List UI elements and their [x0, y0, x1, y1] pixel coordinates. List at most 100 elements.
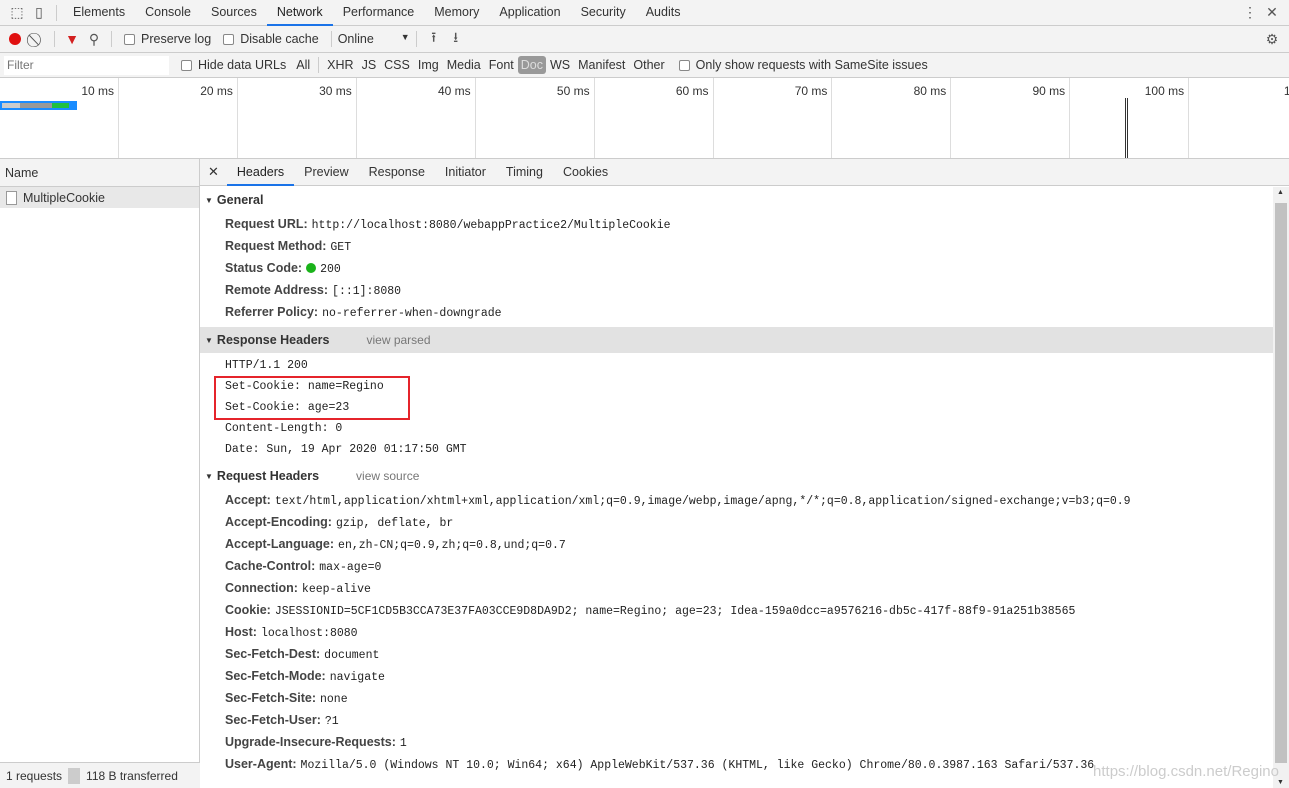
record-button[interactable] [4, 28, 26, 50]
filter-type-manifest[interactable]: Manifest [574, 58, 629, 72]
vertical-scrollbar[interactable]: ▲ ▼ [1273, 187, 1289, 788]
filter-type-xhr[interactable]: XHR [323, 58, 357, 72]
settings-gear-icon[interactable]: ⚙ [1261, 28, 1283, 50]
filter-type-doc[interactable]: Doc [517, 56, 546, 74]
network-toolbar: ⃠ ▼ ⚲ Preserve log Disable cache Online▼… [0, 26, 1289, 53]
timeline-tick-label: 30 ms [238, 78, 357, 158]
search-icon[interactable]: ⚲ [83, 28, 105, 50]
header-name: Referrer Policy: [225, 305, 319, 319]
header-value: no-referrer-when-downgrade [322, 307, 502, 320]
headers-content: ▼ General Request URL: http://localhost:80… [200, 187, 1273, 788]
header-value: keep-alive [301, 583, 371, 596]
header-row: Request Method: GET [200, 235, 1273, 257]
samesite-checkbox[interactable]: Only show requests with SameSite issues [678, 58, 928, 72]
response-header-line: Content-Length: 0 [200, 417, 1273, 438]
timeline-tick-label: 100 ms [1070, 78, 1190, 158]
detail-tab-response[interactable]: Response [359, 159, 435, 186]
divider [111, 31, 112, 47]
header-row: Upgrade-Insecure-Requests: 1 [200, 731, 1273, 753]
header-value: Mozilla/5.0 (Windows NT 10.0; Win64; x64… [300, 759, 1095, 772]
general-section-toggle[interactable]: ▼ General [200, 187, 1273, 213]
filter-type-css[interactable]: CSS [380, 58, 414, 72]
document-icon [6, 190, 17, 205]
close-icon[interactable]: ✕ [1261, 2, 1283, 24]
request-list-panel: Name MultipleCookie 1 requests 118 B tra… [0, 159, 200, 788]
filter-type-font[interactable]: Font [485, 58, 518, 72]
header-row: Cookie: JSESSIONID=5CF1CD5B3CCA73E37FA03C… [200, 599, 1273, 621]
name-column-header[interactable]: Name [0, 159, 199, 187]
filter-input[interactable] [4, 55, 169, 75]
detail-tab-cookies[interactable]: Cookies [553, 159, 618, 186]
filter-type-media[interactable]: Media [443, 58, 485, 72]
devtools-tab-bar: ⬚ ▯ Elements Console Sources Network Perform… [0, 0, 1289, 26]
filter-type-other[interactable]: Other [629, 58, 668, 72]
filter-type-ws[interactable]: WS [546, 58, 574, 72]
more-options-icon[interactable]: ⋮ [1239, 2, 1261, 24]
response-header-line: Date: Sun, 19 Apr 2020 01:17:50 GMT [200, 438, 1273, 459]
tab-memory[interactable]: Memory [424, 0, 489, 26]
header-row: Sec-Fetch-Dest: document [200, 643, 1273, 665]
tab-sources[interactable]: Sources [201, 0, 267, 26]
scroll-down-icon[interactable]: ▼ [1277, 779, 1284, 786]
hide-data-urls-checkbox[interactable]: Hide data URLs [181, 58, 286, 72]
inspect-element-icon[interactable]: ⬚ [6, 2, 28, 24]
network-overview-timeline[interactable]: 10 ms 20 ms 30 ms 40 ms 50 ms 60 ms 70 ms 80 ms… [0, 78, 1289, 159]
throttle-select[interactable]: Online ▼ [338, 32, 410, 46]
detail-tab-headers[interactable]: Headers [226, 159, 295, 186]
header-value: none [320, 693, 348, 706]
response-headers-section-toggle[interactable]: ▼ Response Headers view parsed [200, 327, 1273, 353]
clear-icon[interactable]: ⃠ [26, 28, 48, 50]
view-parsed-link[interactable]: view parsed [366, 333, 430, 347]
filter-type-all[interactable]: All [292, 58, 314, 72]
filter-type-img[interactable]: Img [414, 58, 443, 72]
response-header-line: HTTP/1.1 200 [200, 354, 1273, 375]
disable-cache-checkbox[interactable]: Disable cache [223, 32, 319, 46]
detail-tab-timing[interactable]: Timing [496, 159, 553, 186]
divider [330, 31, 332, 47]
close-detail-icon[interactable]: ✕ [200, 164, 227, 180]
timeline-tick-label: 50 ms [476, 78, 595, 158]
tab-network[interactable]: Network [266, 0, 333, 26]
tab-application[interactable]: Application [489, 0, 570, 26]
filter-type-js[interactable]: JS [358, 58, 381, 72]
triangle-down-icon: ▼ [205, 471, 213, 481]
tab-performance[interactable]: Performance [333, 0, 425, 26]
request-headers-section-toggle[interactable]: ▼ Request Headers view source [200, 463, 1273, 489]
header-line: HTTP/1.1 200 [225, 359, 308, 372]
view-source-link[interactable]: view source [356, 469, 419, 483]
tab-audits[interactable]: Audits [636, 0, 691, 26]
request-detail-panel: ✕ Headers Preview Response Initiator Timing C… [200, 159, 1289, 788]
header-row: Cache-Control: max-age=0 [200, 555, 1273, 577]
header-name: Request URL: [225, 217, 308, 231]
header-value: [::1]:8080 [332, 285, 402, 298]
divider [54, 31, 55, 47]
filter-icon[interactable]: ▼ [61, 28, 83, 50]
detail-tab-initiator[interactable]: Initiator [435, 159, 496, 186]
header-row: Status Code: 200 [200, 257, 1273, 279]
timeline-tick-label: 10 ms [0, 78, 119, 158]
tab-console[interactable]: Console [135, 0, 201, 26]
header-value: gzip, deflate, br [335, 517, 454, 530]
scroll-up-icon[interactable]: ▲ [1277, 189, 1284, 196]
filter-bar: Hide data URLs All XHRJSCSSImgMediaFontDo… [0, 53, 1289, 78]
tab-security[interactable]: Security [571, 0, 636, 26]
tab-elements[interactable]: Elements [63, 0, 135, 26]
header-row: Host: localhost:8080 [200, 621, 1273, 643]
header-value: en,zh-CN;q=0.9,zh;q=0.8,und;q=0.7 [338, 539, 566, 552]
export-har-icon[interactable]: ⭳ [445, 28, 467, 50]
import-har-icon[interactable]: ⭱ [423, 28, 445, 50]
status-dot-icon [306, 263, 317, 273]
detail-tab-preview[interactable]: Preview [294, 159, 358, 186]
header-name: Upgrade-Insecure-Requests: [225, 735, 396, 749]
request-count: 1 requests [6, 768, 63, 783]
request-row[interactable]: MultipleCookie [0, 187, 199, 208]
scrollbar-thumb[interactable] [1275, 203, 1287, 763]
header-row: Accept: text/html,application/xhtml+xml,a… [200, 489, 1273, 511]
preserve-log-checkbox[interactable]: Preserve log [124, 32, 211, 46]
header-name: Sec-Fetch-Site: [225, 691, 316, 705]
device-toolbar-icon[interactable]: ▯ [28, 2, 50, 24]
header-value: localhost:8080 [260, 627, 358, 640]
header-line: Date: Sun, 19 Apr 2020 01:17:50 GMT [225, 443, 467, 456]
watermark: https://blog.csdn.net/Regino [1093, 763, 1279, 780]
header-value: navigate [329, 671, 385, 684]
